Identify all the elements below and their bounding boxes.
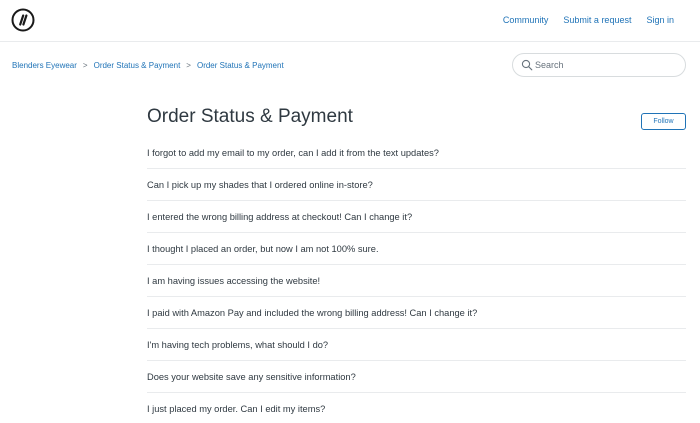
- header-nav: Community Submit a request Sign in: [503, 15, 674, 25]
- article-link[interactable]: I just placed my order. Can I edit my it…: [147, 404, 325, 414]
- site-header: Community Submit a request Sign in: [0, 0, 700, 42]
- breadcrumb-separator: >: [82, 61, 88, 70]
- article-link[interactable]: I forgot to add my email to my order, ca…: [147, 148, 439, 158]
- follow-button[interactable]: Follow: [641, 113, 686, 130]
- search-box[interactable]: [512, 53, 686, 77]
- list-item: Does your website save any sensitive inf…: [147, 361, 686, 393]
- list-item: I entered the wrong billing address at c…: [147, 201, 686, 233]
- list-item: I forgot to add my email to my order, ca…: [147, 137, 686, 169]
- list-item: I'm having tech problems, what should I …: [147, 329, 686, 361]
- list-item: I paid with Amazon Pay and included the …: [147, 297, 686, 329]
- breadcrumb-separator: >: [186, 61, 191, 70]
- search-input[interactable]: [535, 57, 675, 73]
- article-link[interactable]: I am having issues accessing the website…: [147, 276, 320, 286]
- article-link[interactable]: Does your website save any sensitive inf…: [147, 372, 356, 382]
- submit-request-link[interactable]: Submit a request: [563, 15, 631, 25]
- article-link[interactable]: I'm having tech problems, what should I …: [147, 340, 328, 350]
- page-title: Order Status & Payment: [147, 106, 353, 127]
- list-item: I am having issues accessing the website…: [147, 265, 686, 297]
- list-item: Can I pick up my shades that I ordered o…: [147, 169, 686, 201]
- breadcrumb-item-home[interactable]: Blenders Eyewear: [12, 61, 77, 70]
- list-item: I just placed my order. Can I edit my it…: [147, 393, 686, 423]
- breadcrumb-item-category[interactable]: Order Status & Payment: [94, 61, 181, 70]
- community-link[interactable]: Community: [503, 15, 549, 25]
- sign-in-link[interactable]: Sign in: [646, 15, 674, 25]
- double-slash-logo-icon[interactable]: [11, 8, 35, 32]
- breadcrumb: Blenders Eyewear > Order Status & Paymen…: [12, 61, 284, 70]
- list-item: I thought I placed an order, but now I a…: [147, 233, 686, 265]
- breadcrumb-item-section[interactable]: Order Status & Payment: [197, 61, 284, 70]
- article-link[interactable]: Can I pick up my shades that I ordered o…: [147, 180, 373, 190]
- article-link[interactable]: I thought I placed an order, but now I a…: [147, 244, 379, 254]
- search-icon: [521, 59, 533, 71]
- article-link[interactable]: I paid with Amazon Pay and included the …: [147, 308, 477, 318]
- article-list: I forgot to add my email to my order, ca…: [147, 137, 686, 423]
- article-link[interactable]: I entered the wrong billing address at c…: [147, 212, 412, 222]
